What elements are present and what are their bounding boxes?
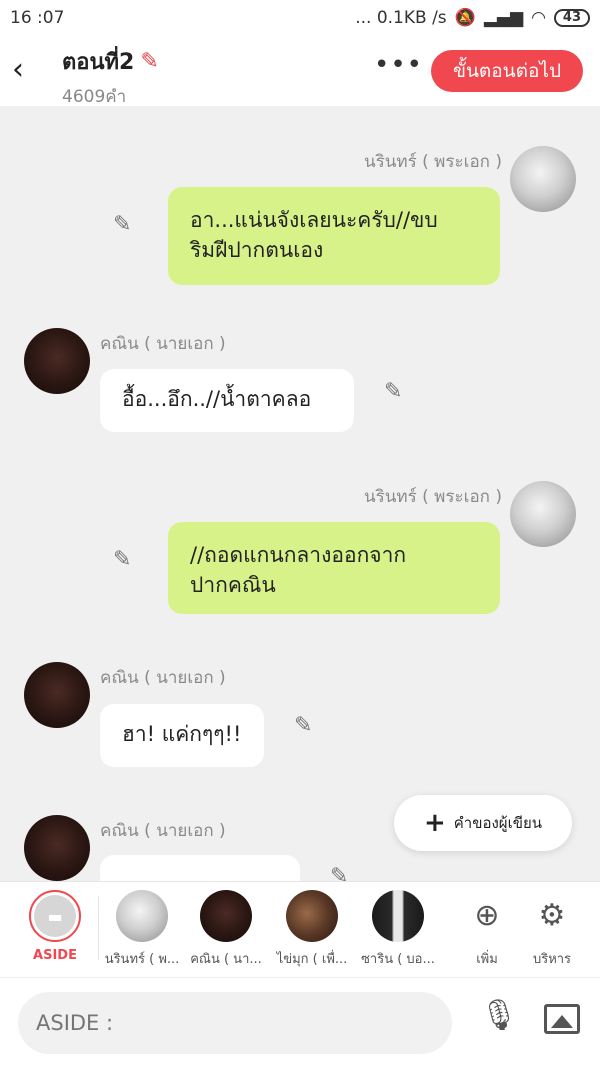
battery-icon: 43 xyxy=(553,9,590,27)
input-bar: 🎙 xyxy=(0,977,600,1067)
message-bubble[interactable]: //ถอดแกนกลางออกจาก ปากคณิน xyxy=(168,522,500,614)
sender-name: นรินทร์ ( พระเอก ) xyxy=(364,152,502,172)
add-label: เพิ่ม xyxy=(476,952,498,967)
avatar[interactable] xyxy=(24,328,90,394)
character-narin[interactable]: นรินทร์ ( พ... xyxy=(104,890,180,969)
edit-pencil-icon[interactable]: ✎ xyxy=(113,547,131,572)
page-title: ตอนที่2 ✎ xyxy=(62,44,159,79)
character-label: คณิน ( นา... xyxy=(190,952,262,967)
message-text: ปากคณิน xyxy=(190,573,276,597)
sender-name: คณิน ( นายเอก ) xyxy=(100,334,226,354)
status-bar: 16 :07 ... 0.1KB /s 🔕 ▂▄▆ ◠ 43 xyxy=(0,0,600,36)
character-label: ASIDE xyxy=(33,948,77,963)
more-options-icon[interactable]: ••• xyxy=(374,50,423,80)
avatar xyxy=(286,890,338,942)
add-character-button[interactable]: ⊕ เพิ่ม xyxy=(462,890,512,969)
avatar xyxy=(200,890,252,942)
message-input[interactable] xyxy=(18,992,452,1054)
character-label: ซาริน ( บอ... xyxy=(361,952,435,967)
plus-icon: + xyxy=(423,808,446,838)
message-text: อื้อ...อึก..//น้ำตาคลอ xyxy=(122,387,312,411)
edit-pencil-icon[interactable]: ✎ xyxy=(330,864,348,881)
message-bubble[interactable] xyxy=(100,855,300,881)
status-icons: ... 0.1KB /s 🔕 ▂▄▆ ◠ 43 xyxy=(355,8,590,28)
chat-area[interactable]: นรินทร์ ( พระเอก ) ✎ อา...แน่นจังเลยนะคร… xyxy=(0,106,600,881)
edit-pencil-icon[interactable]: ✎ xyxy=(294,713,312,738)
sender-name: คณิน ( นายเอก ) xyxy=(100,821,226,841)
signal-icon: ▂▄▆ xyxy=(483,8,524,28)
header: ‹ ตอนที่2 ✎ 4609คำ ••• ขั้นตอนต่อไป xyxy=(0,36,600,107)
gear-icon: ⚙ xyxy=(538,898,566,933)
character-label: นรินทร์ ( พ... xyxy=(104,952,180,967)
message-bubble[interactable]: อา...แน่นจังเลยนะครับ//ขบ ริมฝีปากตนเอง xyxy=(168,187,500,285)
chevron-left-icon[interactable]: ‹ xyxy=(12,52,24,87)
character-aside[interactable]: ▬ ASIDE xyxy=(28,890,82,963)
title-block: ตอนที่2 ✎ 4609คำ xyxy=(62,44,159,110)
character-khaimuk[interactable]: ไข่มุก ( เพื่... xyxy=(274,890,350,969)
message-text: ริมฝีปากตนเอง xyxy=(190,238,324,262)
sender-name: นรินทร์ ( พระเอก ) xyxy=(364,487,502,507)
image-icon[interactable] xyxy=(544,1004,580,1034)
avatar xyxy=(116,890,168,942)
character-kanin[interactable]: คณิน ( นา... xyxy=(188,890,264,969)
next-step-button[interactable]: ขั้นตอนต่อไป xyxy=(431,50,583,92)
avatar[interactable] xyxy=(24,662,90,728)
message-bubble[interactable]: อื้อ...อึก..//น้ำตาคลอ xyxy=(100,369,354,432)
message-text: อา...แน่นจังเลยนะครับ//ขบ xyxy=(190,208,438,232)
manage-label: บริหาร xyxy=(532,952,572,967)
status-time: 16 :07 xyxy=(10,8,65,28)
aside-avatar: ▬ xyxy=(29,890,81,942)
avatar[interactable] xyxy=(24,815,90,881)
wifi-icon: ◠ xyxy=(531,8,546,28)
character-zarin[interactable]: ซาริน ( บอ... xyxy=(360,890,436,969)
message-text: //ถอดแกนกลางออกจาก xyxy=(190,543,407,567)
pencil-icon[interactable]: ✎ xyxy=(140,49,158,74)
avatar xyxy=(372,890,424,942)
character-label: ไข่มุก ( เพื่... xyxy=(276,952,348,967)
chat-bubble-icon: ▬ xyxy=(34,895,76,937)
avatar[interactable] xyxy=(510,146,576,212)
character-bar: ▬ ASIDE นรินทร์ ( พ... คณิน ( นา... ไข่ม… xyxy=(0,881,600,977)
microphone-icon[interactable]: 🎙 xyxy=(480,998,518,1033)
mute-icon: 🔕 xyxy=(454,8,476,28)
plus-circle-icon: ⊕ xyxy=(474,898,500,933)
message-text: ฮา! แค่กๆๆ!! xyxy=(122,722,242,746)
avatar[interactable] xyxy=(510,481,576,547)
edit-pencil-icon[interactable]: ✎ xyxy=(384,379,402,404)
sender-name: คณิน ( นายเอก ) xyxy=(100,668,226,688)
episode-title: ตอนที่2 xyxy=(62,50,135,75)
divider xyxy=(98,896,99,960)
writer-note-label: คำของผู้เขียน xyxy=(453,814,543,832)
edit-pencil-icon[interactable]: ✎ xyxy=(113,212,131,237)
message-bubble[interactable]: ฮา! แค่กๆๆ!! xyxy=(100,704,264,767)
network-speed: ... 0.1KB /s xyxy=(355,8,447,28)
writer-note-button[interactable]: + คำของผู้เขียน xyxy=(394,795,572,851)
manage-button[interactable]: ⚙ บริหาร xyxy=(526,890,578,969)
